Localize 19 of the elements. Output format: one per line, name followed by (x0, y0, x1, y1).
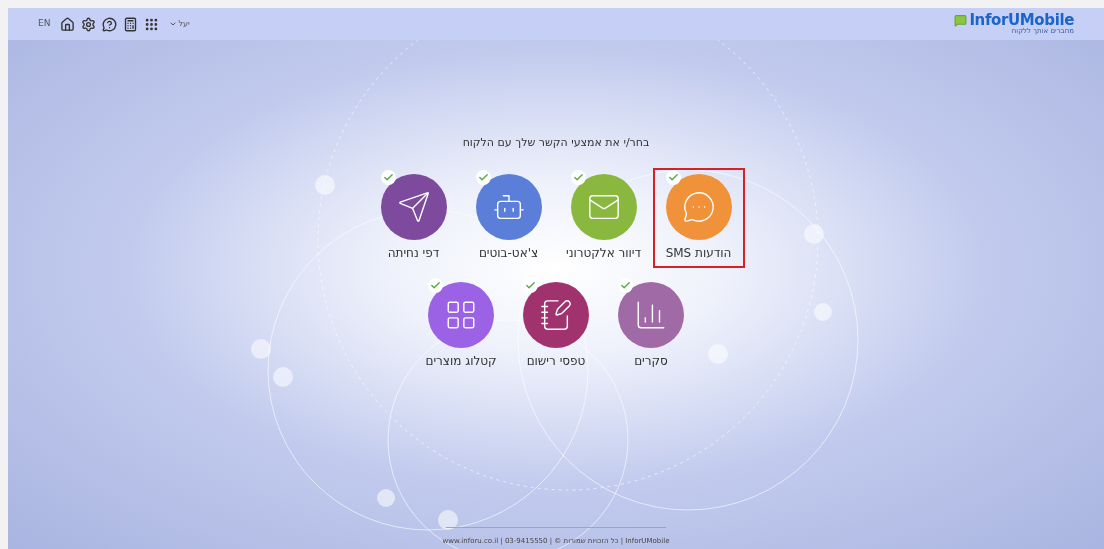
calculator-icon[interactable] (123, 16, 139, 32)
user-menu[interactable]: יעל (169, 18, 190, 30)
notepad-pencil-icon (539, 297, 573, 332)
channel-tile[interactable]: דיוור אלקטרוני (557, 167, 650, 268)
channel-tile[interactable]: הודעות SMS (652, 167, 745, 268)
channel-tile[interactable]: קטלוג מוצרים (415, 275, 507, 376)
settings-icon[interactable] (81, 16, 97, 32)
help-icon[interactable] (102, 16, 118, 32)
prompt-text: בחר/י את אמצעי הקשר שלך עם הלקוח (462, 135, 650, 151)
caret-icon (169, 20, 178, 28)
apps-grid-icon[interactable] (144, 16, 160, 32)
home-icon[interactable] (60, 16, 76, 32)
paper-plane-icon (396, 189, 431, 224)
channel-tile[interactable]: סקרים (605, 275, 697, 376)
channel-tile[interactable]: צ'אט-בוטים (462, 167, 555, 268)
channel-tile[interactable]: דפי נחיתה (367, 167, 460, 268)
channel-tile[interactable]: טפסי רישום (510, 275, 602, 376)
chat-bubble-icon (681, 189, 716, 224)
language-link[interactable]: EN (38, 17, 51, 31)
